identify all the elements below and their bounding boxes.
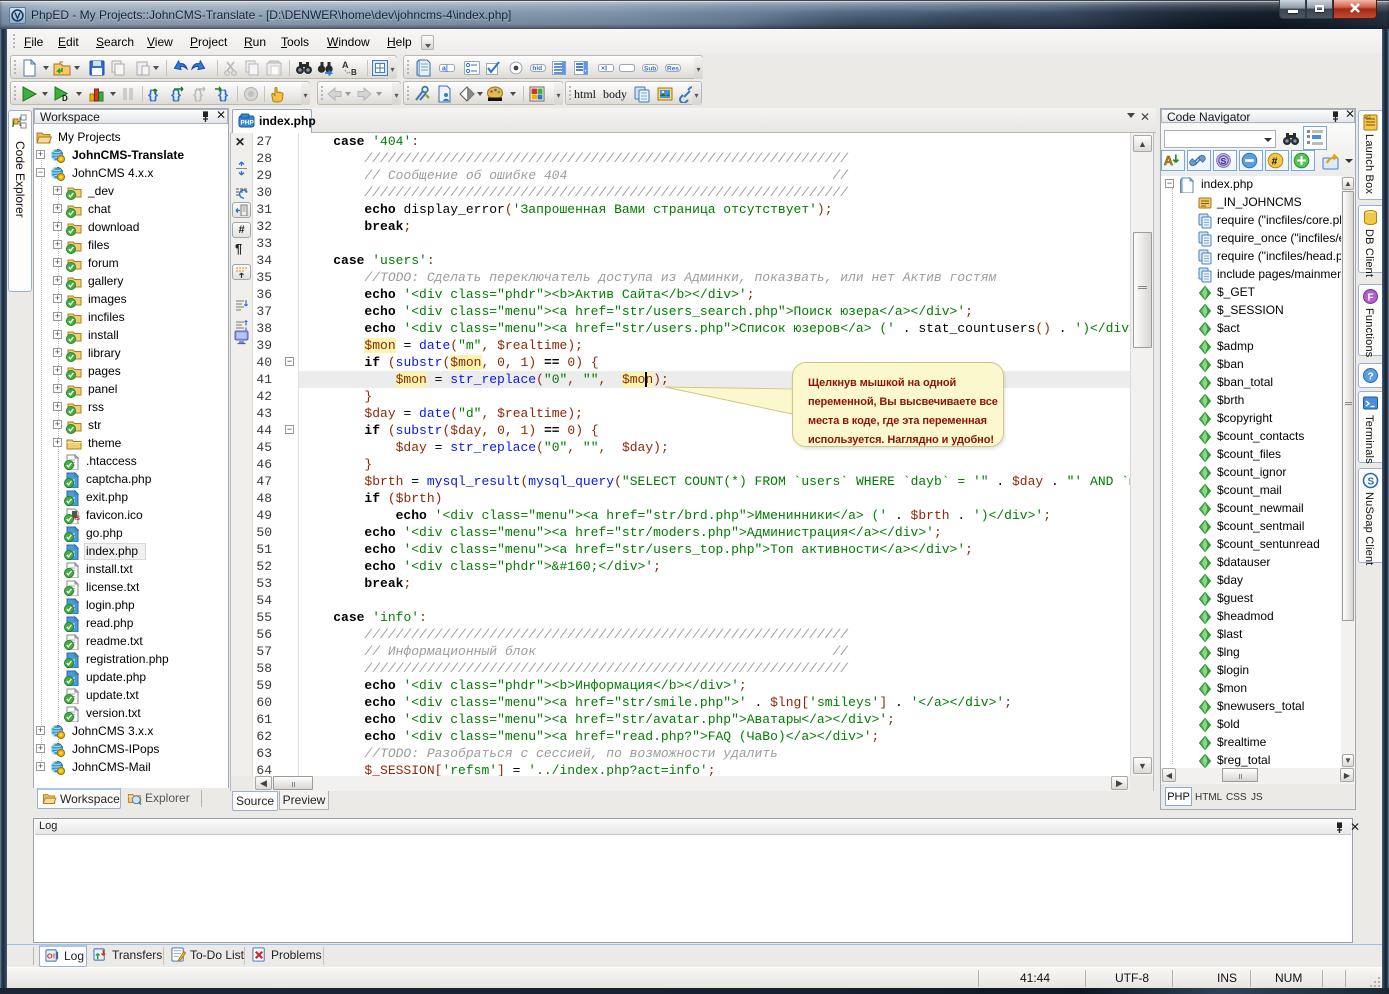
svg-text:?: ?	[1368, 372, 1374, 383]
svg-text:Res: Res	[667, 65, 679, 72]
svg-text:a|: a|	[442, 66, 448, 73]
svg-text:S: S	[1368, 477, 1375, 488]
svg-text:×I: ×I	[601, 66, 607, 73]
svg-text:S: S	[1220, 156, 1226, 166]
svg-text:F: F	[1368, 293, 1374, 304]
svg-text:Sub: Sub	[644, 65, 656, 72]
svg-text:{}: {}	[148, 87, 158, 102]
svg-text:#: #	[1272, 156, 1278, 167]
svg-text:O!: O!	[47, 951, 55, 960]
svg-text:B: B	[351, 68, 357, 77]
svg-text:PHP: PHP	[241, 120, 255, 127]
svg-text:hid: hid	[532, 65, 542, 72]
svg-text:D: D	[62, 94, 68, 103]
svg-text:A: A	[342, 60, 349, 70]
svg-text:A: A	[1164, 153, 1173, 168]
